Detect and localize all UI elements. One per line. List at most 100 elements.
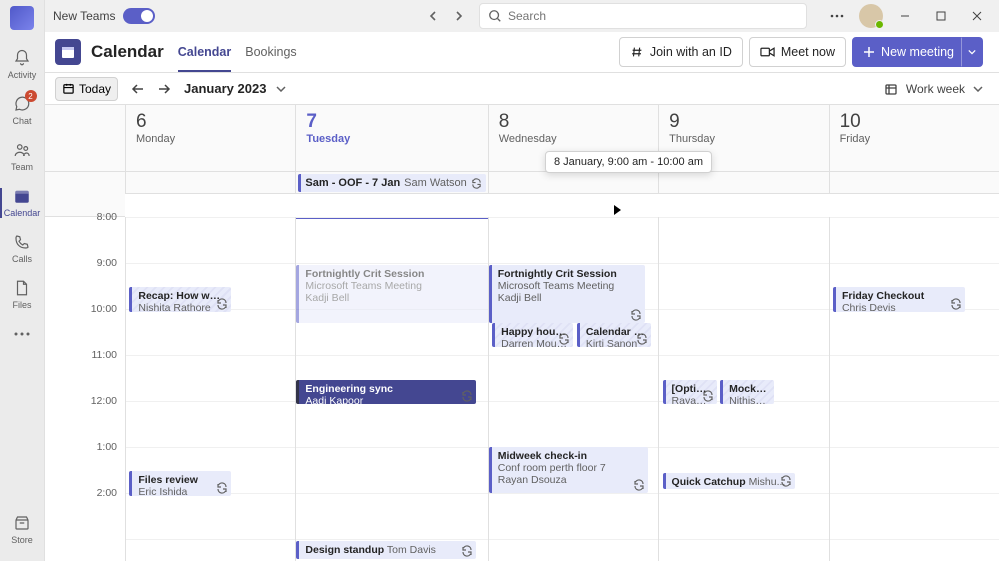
search-icon	[488, 9, 502, 23]
mouse-cursor	[614, 205, 621, 215]
calendar-event[interactable]: Friday CheckoutChris Devis	[833, 287, 965, 312]
rail-chat[interactable]: 2 Chat	[0, 88, 45, 134]
back-button[interactable]	[421, 4, 445, 28]
rail-label: Store	[11, 535, 33, 545]
phone-icon	[12, 232, 32, 252]
recur-icon	[216, 298, 228, 310]
rail-activity[interactable]: Activity	[0, 42, 45, 88]
calendar-event[interactable]: Calendar SyncKirti Sanon	[577, 323, 652, 347]
search-input[interactable]	[508, 9, 798, 23]
chat-badge: 2	[25, 90, 37, 102]
hour-label: 11:00	[45, 349, 125, 395]
video-icon	[760, 46, 775, 58]
view-dropdown[interactable]	[973, 86, 983, 92]
calendar-today-icon	[62, 82, 75, 95]
prev-week-button[interactable]	[128, 79, 148, 99]
rail-store[interactable]: Store	[0, 507, 45, 553]
day-col-thu[interactable]: [Optional]...Rayan ...Mock Revi...Nithis…	[658, 217, 828, 561]
event-sub2: Kadji Bell	[305, 292, 481, 304]
forward-button[interactable]	[447, 4, 471, 28]
event-sub: Aadi Kapoor	[305, 395, 470, 404]
day-header-mon[interactable]: 6 Monday	[125, 105, 295, 172]
day-col-mon[interactable]: Recap: How we grow - IINishita Rathore Fi…	[125, 217, 295, 561]
new-meeting-dropdown[interactable]	[961, 37, 983, 67]
today-button[interactable]: Today	[55, 77, 118, 101]
rail-calls[interactable]: Calls	[0, 226, 45, 272]
calendar-event[interactable]: Quick Catchup Mishu...	[663, 473, 795, 489]
hour-label: 12:00	[45, 395, 125, 441]
rail-calendar[interactable]: Calendar	[0, 180, 45, 226]
user-avatar[interactable]	[859, 4, 883, 28]
calendar-icon	[12, 186, 32, 206]
maximize-button[interactable]	[927, 4, 955, 28]
day-header-fri[interactable]: 10 Friday	[829, 105, 999, 172]
overflow-button[interactable]	[823, 4, 851, 28]
view-icon	[884, 82, 898, 96]
day-col-tue[interactable]: Fortnightly Crit SessionMicrosoft Teams …	[295, 217, 487, 561]
recur-icon	[633, 479, 645, 491]
today-label: Today	[79, 82, 111, 96]
calendar-event[interactable]: Happy hours - on callDarren Mouton	[492, 323, 573, 347]
calendar-event[interactable]: [Optional]...Rayan ...	[663, 380, 717, 404]
chevron-down-icon	[968, 49, 976, 55]
header-tabs: Calendar Bookings	[178, 33, 297, 72]
event-sub: Eric Ishida	[138, 486, 225, 496]
new-teams-toggle[interactable]	[123, 8, 155, 24]
month-label: January 2023	[184, 81, 266, 96]
rail-label: Chat	[12, 116, 31, 126]
event-sub: Microsoft Teams Meeting	[305, 280, 481, 292]
minimize-button[interactable]	[891, 4, 919, 28]
allday-event[interactable]: Sam - OOF - 7 Jan Sam Watson	[298, 174, 485, 192]
rail-more[interactable]	[0, 318, 45, 354]
close-button[interactable]	[963, 4, 991, 28]
event-title: Recap: How we grow - II	[138, 290, 225, 302]
event-sub: Microsoft Teams Meeting	[498, 280, 639, 292]
calendar-event[interactable]: Fortnightly Crit SessionMicrosoft Teams …	[296, 265, 487, 323]
calendar-header: Calendar Calendar Bookings Join with an …	[45, 32, 999, 73]
day-col-wed[interactable]: Fortnightly Crit SessionMicrosoft Teams …	[488, 217, 658, 561]
event-sub: Conf room perth floor 7	[498, 462, 642, 474]
rail-files[interactable]: Files	[0, 272, 45, 318]
calendar-event[interactable]: Design standup Tom Davis	[296, 541, 476, 559]
join-with-id-button[interactable]: Join with an ID	[619, 37, 743, 67]
new-meeting-label: New meeting	[881, 45, 954, 59]
rail-label: Files	[12, 300, 31, 310]
tab-calendar[interactable]: Calendar	[178, 33, 232, 72]
calendar-event[interactable]: Mock Revi...Nithish Dh...	[720, 380, 774, 404]
rail-label: Team	[11, 162, 33, 172]
calendar-event[interactable]: Midweek check-inConf room perth floor 7R…	[489, 447, 648, 493]
more-icon	[12, 324, 32, 344]
meet-now-button[interactable]: Meet now	[749, 37, 846, 67]
event-sub2: Rayan Dsouza	[498, 474, 642, 486]
tab-bookings[interactable]: Bookings	[245, 33, 296, 72]
new-meeting-button[interactable]: New meeting	[852, 37, 965, 67]
history-nav	[421, 4, 471, 28]
next-week-button[interactable]	[154, 79, 174, 99]
search-bar[interactable]	[479, 3, 807, 29]
day-col-fri[interactable]: Friday CheckoutChris Devis	[829, 217, 999, 561]
new-teams-label: New Teams	[53, 9, 115, 23]
presence-indicator	[875, 20, 884, 29]
month-dropdown[interactable]	[276, 86, 286, 92]
recur-icon	[780, 475, 792, 487]
calendar-event[interactable]: Recap: How we grow - IINishita Rathore	[129, 287, 231, 312]
calendar-app-icon	[55, 39, 81, 65]
page-title: Calendar	[91, 42, 164, 62]
calendar-event[interactable]: Files reviewEric Ishida	[129, 471, 231, 496]
event-sub: Nithish Dh...	[729, 395, 768, 404]
event-title: Fortnightly Crit Session	[305, 268, 481, 280]
bell-icon	[12, 48, 32, 68]
calendar-event[interactable]: Engineering syncAadi Kapoor	[296, 380, 476, 404]
recur-icon	[471, 178, 482, 189]
calendar-event[interactable]: Fortnightly Crit SessionMicrosoft Teams …	[489, 265, 645, 323]
event-title: Mock Revi...	[729, 383, 768, 395]
event-title: Fortnightly Crit Session	[498, 268, 639, 280]
rail-teams[interactable]: Team	[0, 134, 45, 180]
hash-icon	[630, 45, 644, 59]
hour-label: 8:00	[45, 211, 125, 257]
calendar-toolbar: Today January 2023 Work week	[45, 73, 999, 105]
day-header-tue[interactable]: 7 Tuesday	[295, 105, 487, 172]
allday-title: Sam - OOF - 7 Jan	[305, 177, 400, 189]
calendar-grid: 6 Monday 7 Tuesday 8 Wednesday 9 Thursda…	[45, 105, 999, 561]
hour-label: 10:00	[45, 303, 125, 349]
